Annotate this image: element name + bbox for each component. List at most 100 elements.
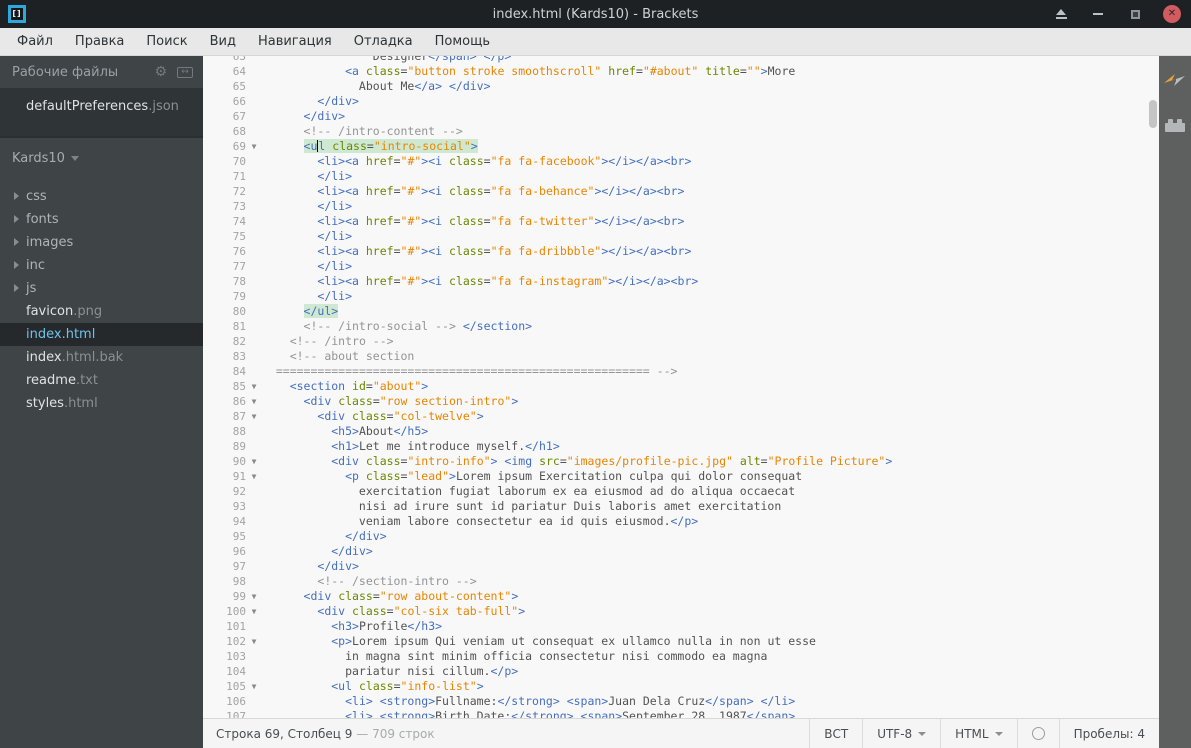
code-line[interactable]: 68 <!-- /intro-content --> xyxy=(203,124,1159,139)
code-line[interactable]: 76 <li><a href="#"><i class="fa fa-dribb… xyxy=(203,244,1159,259)
code-line[interactable]: 80 </ul> xyxy=(203,304,1159,319)
gear-icon[interactable]: ⚙ xyxy=(154,64,167,80)
fold-icon[interactable]: ▼ xyxy=(246,634,262,649)
menu-item[interactable]: Правка xyxy=(64,29,135,54)
tree-file-styles.html[interactable]: styles.html xyxy=(0,392,203,415)
menu-item[interactable]: Навигация xyxy=(247,29,343,54)
code-line[interactable]: 94 veniam labore consectetur ea id quis … xyxy=(203,514,1159,529)
fold-icon[interactable]: ▼ xyxy=(246,589,262,604)
code-line[interactable]: 102 ▼ <p>Lorem ipsum Qui veniam ut conseq… xyxy=(203,634,1159,649)
menu-item[interactable]: Помощь xyxy=(424,29,501,54)
tree-file-index.html[interactable]: index.html xyxy=(0,323,203,346)
tree-folder-js[interactable]: js xyxy=(0,277,203,300)
minimize-button[interactable] xyxy=(1089,5,1107,23)
code-line[interactable]: 72 <li><a href="#"><i class="fa fa-behan… xyxy=(203,184,1159,199)
restore-button[interactable] xyxy=(1126,5,1144,23)
fold-icon[interactable]: ▼ xyxy=(246,409,262,424)
line-number: 89 xyxy=(232,440,246,453)
code-line[interactable]: 89 <h1>Let me introduce myself.</h1> xyxy=(203,439,1159,454)
indent-settings[interactable]: Пробелы: 4 xyxy=(1058,719,1159,748)
code-line[interactable]: 65 About Me</a> </div> xyxy=(203,79,1159,94)
shade-button[interactable] xyxy=(1052,5,1070,23)
code-line[interactable]: 71 </li> xyxy=(203,169,1159,184)
close-button[interactable]: ✕ xyxy=(1163,5,1181,23)
menu-item[interactable]: Отладка xyxy=(343,29,424,54)
tree-folder-inc[interactable]: inc xyxy=(0,254,203,277)
code-line[interactable]: 107 <li> <strong>Birth Date:</strong> <s… xyxy=(203,709,1159,718)
fold-icon[interactable]: ▼ xyxy=(246,379,262,394)
tree-folder-fonts[interactable]: fonts xyxy=(0,208,203,231)
fold-gutter xyxy=(246,64,262,79)
code-line[interactable]: 92 exercitation fugiat laborum ex ea eiu… xyxy=(203,484,1159,499)
line-number: 81 xyxy=(232,320,246,333)
project-tree: css fonts images inc js favicon.png index.html… xyxy=(0,185,203,415)
code-line[interactable]: 83 <!-- about section xyxy=(203,349,1159,364)
code-line[interactable]: 96 </div> xyxy=(203,544,1159,559)
code-line[interactable]: 84 =====================================… xyxy=(203,364,1159,379)
code-line[interactable]: 90 ▼ <div class="intro-info"> <img src="i… xyxy=(203,454,1159,469)
vertical-scrollbar-thumb[interactable] xyxy=(1149,100,1157,128)
fold-icon[interactable]: ▼ xyxy=(246,139,262,154)
file-ext: .html.bak xyxy=(61,350,124,365)
code-line[interactable]: 106 <li> <strong>Fullname:</strong> <spa… xyxy=(203,694,1159,709)
code-line[interactable]: 104 pariatur nisi cillum.</p> xyxy=(203,664,1159,679)
code-line[interactable]: 78 <li><a href="#"><i class="fa fa-insta… xyxy=(203,274,1159,289)
code-line[interactable]: 69 ▼ <ul class="intro-social"> xyxy=(203,139,1159,154)
code-line[interactable]: 87 ▼ <div class="col-twelve"> xyxy=(203,409,1159,424)
code-text: </li> xyxy=(317,259,353,273)
code-line[interactable]: 95 </div> xyxy=(203,529,1159,544)
code-text: </div> xyxy=(345,529,387,543)
code-line[interactable]: 101 <h3>Profile</h3> xyxy=(203,619,1159,634)
insert-mode-toggle[interactable]: ВСТ xyxy=(809,719,862,748)
code-line[interactable]: 88 <h5>About</h5> xyxy=(203,424,1159,439)
fold-gutter xyxy=(246,154,262,169)
code-line[interactable]: 74 <li><a href="#"><i class="fa fa-twitt… xyxy=(203,214,1159,229)
code-line[interactable]: 100 ▼ <div class="col-six tab-full"> xyxy=(203,604,1159,619)
menu-item[interactable]: Файл xyxy=(6,29,64,54)
code-line[interactable]: 103 in magna sint minim officia consecte… xyxy=(203,649,1159,664)
code-text: <!-- /intro-social --> </section> xyxy=(303,319,533,333)
code-line[interactable]: 91 ▼ <p class="lead">Lorem ipsum Exercita… xyxy=(203,469,1159,484)
menu-item[interactable]: Вид xyxy=(199,29,247,54)
code-editor[interactable]: 63 Designer</span> </p> 64 <a class="butt… xyxy=(203,56,1159,718)
code-line[interactable]: 85 ▼ <section id="about"> xyxy=(203,379,1159,394)
code-line[interactable]: 64 <a class="button stroke smoothscroll"… xyxy=(203,64,1159,79)
code-text: <li><a href="#"><i class="fa fa-instagra… xyxy=(317,274,699,288)
tree-folder-css[interactable]: css xyxy=(0,185,203,208)
fold-icon[interactable]: ▼ xyxy=(246,394,262,409)
project-selector[interactable]: Kards10 xyxy=(0,138,203,171)
fold-icon[interactable]: ▼ xyxy=(246,679,262,694)
tree-folder-images[interactable]: images xyxy=(0,231,203,254)
code-line[interactable]: 70 <li><a href="#"><i class="fa fa-faceb… xyxy=(203,154,1159,169)
code-line[interactable]: 93 nisi ad irure sunt id pariatur Duis l… xyxy=(203,499,1159,514)
code-line[interactable]: 98 <!-- /section-intro --> xyxy=(203,574,1159,589)
extension-manager-icon[interactable] xyxy=(1164,118,1186,133)
code-line[interactable]: 73 </li> xyxy=(203,199,1159,214)
fold-icon[interactable]: ▼ xyxy=(246,454,262,469)
menu-item[interactable]: Поиск xyxy=(135,29,198,54)
code-line[interactable]: 77 </li> xyxy=(203,259,1159,274)
code-line[interactable]: 66 </div> xyxy=(203,94,1159,109)
split-view-icon[interactable]: ↔ xyxy=(177,66,193,78)
code-line[interactable]: 97 </div> xyxy=(203,559,1159,574)
code-line[interactable]: 82 <!-- /intro --> xyxy=(203,334,1159,349)
fold-icon[interactable]: ▼ xyxy=(246,469,262,484)
code-line[interactable]: 81 <!-- /intro-social --> </section> xyxy=(203,319,1159,334)
fold-gutter xyxy=(246,274,262,289)
live-preview-icon[interactable] xyxy=(1164,72,1186,88)
language-selector[interactable]: HTML xyxy=(940,719,1016,748)
tree-file-index.html.bak[interactable]: index.html.bak xyxy=(0,346,203,369)
code-line[interactable]: 86 ▼ <div class="row section-intro"> xyxy=(203,394,1159,409)
tree-file-readme.txt[interactable]: readme.txt xyxy=(0,369,203,392)
fold-icon[interactable]: ▼ xyxy=(246,604,262,619)
code-line[interactable]: 99 ▼ <div class="row about-content"> xyxy=(203,589,1159,604)
tree-file-favicon.png[interactable]: favicon.png xyxy=(0,300,203,323)
code-line[interactable]: 105 ▼ <ul class="info-list"> xyxy=(203,679,1159,694)
code-line[interactable]: 79 </li> xyxy=(203,289,1159,304)
code-line[interactable]: 63 Designer</span> </p> xyxy=(203,56,1159,64)
code-line[interactable]: 75 </li> xyxy=(203,229,1159,244)
lint-status[interactable] xyxy=(1016,719,1059,748)
encoding-selector[interactable]: UTF-8 xyxy=(862,719,940,748)
working-file-defaultPreferences.json[interactable]: defaultPreferences.json xyxy=(0,95,203,119)
code-line[interactable]: 67 </div> xyxy=(203,109,1159,124)
